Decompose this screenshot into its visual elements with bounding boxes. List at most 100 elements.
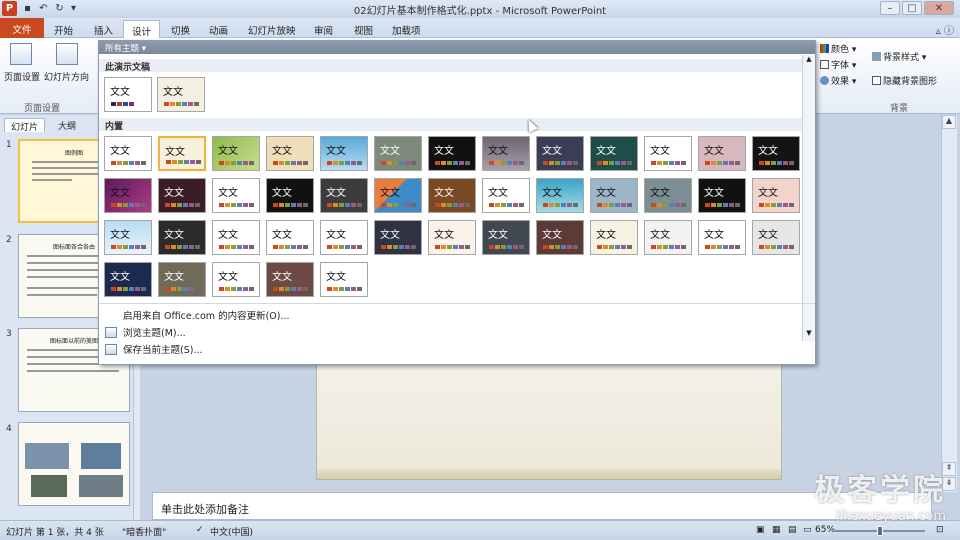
tab-view[interactable]: 视图 (346, 20, 381, 38)
theme-tile[interactable]: 文文 (536, 178, 584, 213)
tab-transitions[interactable]: 切换 (163, 20, 198, 38)
theme-tile[interactable]: 文文 (752, 136, 800, 171)
close-button[interactable]: ✕ (924, 1, 954, 15)
page-setup-icon[interactable] (10, 43, 32, 65)
slide-orientation-button[interactable]: 幻灯片方向 (44, 70, 89, 83)
tab-slideshow[interactable]: 幻灯片放映 (240, 20, 304, 38)
theme-tile[interactable]: 文文 (644, 178, 692, 213)
tab-insert[interactable]: 插入 (86, 20, 121, 38)
theme-tile[interactable]: 文文 (104, 136, 152, 171)
language[interactable]: 中文(中国) (210, 525, 253, 538)
sorter-view-icon[interactable]: ▦ (772, 525, 781, 535)
tab-animations[interactable]: 动画 (201, 20, 236, 38)
page-setup-button[interactable]: 页面设置 (4, 70, 40, 83)
theme-tile[interactable]: 文文 (158, 178, 206, 213)
minimize-button[interactable]: – (880, 1, 900, 15)
theme-tile[interactable]: 文文 (752, 178, 800, 213)
theme-tile[interactable]: 文文 (266, 220, 314, 255)
hide-background-checkbox[interactable]: 隐藏背景图形 (872, 74, 937, 87)
slide-thumbnail[interactable] (18, 422, 130, 506)
zoom-slider-handle[interactable] (877, 526, 883, 536)
fit-to-window-icon[interactable]: ⊡ (936, 525, 944, 535)
theme-tile[interactable]: 文文 (698, 220, 746, 255)
fonts-button[interactable]: 字体 ▾ (820, 58, 856, 71)
zoom-level[interactable]: 65% (815, 525, 835, 535)
theme-tile[interactable]: 文文 (104, 220, 152, 255)
theme-tile[interactable]: 文文 (158, 262, 206, 297)
scroll-up-icon[interactable]: ▲ (942, 115, 956, 129)
theme-tile[interactable]: 文文 (320, 220, 368, 255)
theme-color-swatches (597, 245, 632, 249)
proofing-icon[interactable]: ✓ (196, 525, 204, 535)
theme-color-swatches (219, 245, 254, 249)
theme-tile[interactable]: 文文 (536, 136, 584, 171)
theme-tile[interactable]: 文文 (320, 136, 368, 171)
tab-review[interactable]: 审阅 (306, 20, 341, 38)
effects-button[interactable]: 效果 ▾ (820, 74, 856, 87)
theme-tile[interactable]: 文文 (104, 77, 152, 112)
tab-home[interactable]: 开始 (46, 20, 81, 38)
tab-addins[interactable]: 加载项 (384, 20, 429, 38)
theme-tile[interactable]: 文文 (266, 136, 314, 171)
theme-tile[interactable]: 文文 (266, 262, 314, 297)
slideshow-view-icon[interactable]: ▭ (803, 525, 812, 535)
theme-tile[interactable]: 文文 (698, 136, 746, 171)
theme-tile[interactable]: 文文 (158, 136, 206, 171)
theme-tile[interactable]: 文文 (212, 136, 260, 171)
gallery-scroll-down-icon[interactable]: ▼ (804, 329, 814, 339)
theme-sample-text: 文文 (650, 146, 670, 157)
theme-tile[interactable]: 文文 (482, 220, 530, 255)
enable-office-updates-command[interactable]: 启用来自 Office.com 的内容更新(O)... (105, 308, 290, 322)
theme-tile[interactable]: 文文 (644, 136, 692, 171)
theme-tile[interactable]: 文文 (590, 136, 638, 171)
theme-tile[interactable]: 文文 (320, 178, 368, 213)
tab-design[interactable]: 设计 (123, 20, 161, 38)
window-title: 02幻灯片基本制作格式化.pptx - Microsoft PowerPoint (353, 6, 607, 17)
current-slide[interactable] (316, 358, 782, 480)
theme-tile[interactable]: 文文 (374, 220, 422, 255)
theme-sample-text: 文文 (110, 230, 130, 241)
theme-tile[interactable]: 文文 (374, 178, 422, 213)
theme-tile[interactable]: 文文 (320, 262, 368, 297)
slide-orientation-icon[interactable] (56, 43, 78, 65)
theme-tile[interactable]: 文文 (644, 220, 692, 255)
tab-file[interactable]: 文件 (0, 18, 44, 38)
tab-outline[interactable]: 大纲 (52, 118, 82, 132)
theme-tile[interactable]: 文文 (482, 178, 530, 213)
tab-slides[interactable]: 幻灯片 (4, 118, 46, 133)
theme-tile[interactable]: 文文 (428, 220, 476, 255)
theme-tile[interactable]: 文文 (212, 220, 260, 255)
theme-tile[interactable]: 文文 (698, 178, 746, 213)
reading-view-icon[interactable]: ▤ (788, 525, 797, 535)
gallery-scroll-up-icon[interactable]: ▲ (804, 55, 814, 65)
theme-tile[interactable]: 文文 (590, 178, 638, 213)
help-icon[interactable]: ▵ ⓘ (936, 22, 954, 37)
theme-tile[interactable]: 文文 (428, 178, 476, 213)
save-current-theme-command[interactable]: 保存当前主题(S)... (105, 342, 203, 356)
theme-tile[interactable]: 文文 (374, 136, 422, 171)
theme-color-swatches (166, 160, 201, 164)
theme-tile[interactable]: 文文 (482, 136, 530, 171)
browse-themes-command[interactable]: 浏览主题(M)... (105, 325, 186, 339)
gallery-scrollbar[interactable]: ▲ ▼ (802, 55, 815, 341)
background-styles-button[interactable]: 背景样式 ▾ (872, 50, 926, 63)
theme-tile[interactable]: 文文 (212, 178, 260, 213)
theme-color-swatches (164, 102, 199, 106)
theme-tile[interactable]: 文文 (266, 178, 314, 213)
vertical-scrollbar[interactable]: ▲ ⇞ ⇟ (941, 115, 957, 492)
normal-view-icon[interactable]: ▣ (756, 525, 765, 535)
theme-sample-text: 文文 (218, 188, 238, 199)
theme-color-swatches (273, 245, 308, 249)
theme-tile[interactable]: 文文 (158, 220, 206, 255)
theme-color-swatches (543, 245, 578, 249)
theme-tile[interactable]: 文文 (104, 262, 152, 297)
theme-tile[interactable]: 文文 (104, 178, 152, 213)
theme-tile[interactable]: 文文 (428, 136, 476, 171)
theme-tile[interactable]: 文文 (752, 220, 800, 255)
theme-tile[interactable]: 文文 (590, 220, 638, 255)
colors-button[interactable]: 颜色 ▾ (820, 42, 856, 55)
theme-tile[interactable]: 文文 (212, 262, 260, 297)
maximize-button[interactable]: □ (902, 1, 922, 15)
theme-tile[interactable]: 文文 (536, 220, 584, 255)
theme-tile[interactable]: 文文 (157, 77, 205, 112)
